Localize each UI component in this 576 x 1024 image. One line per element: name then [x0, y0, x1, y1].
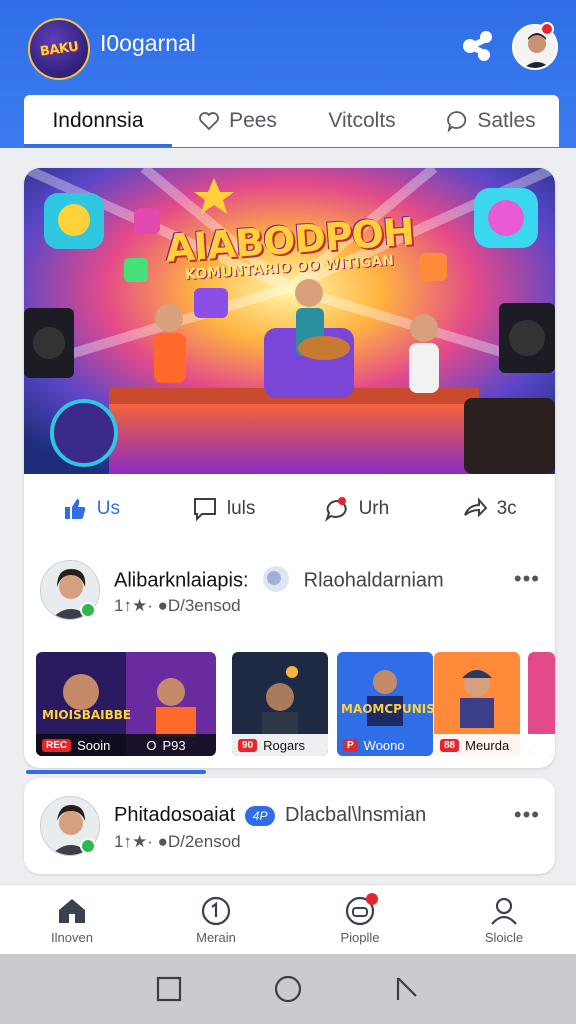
share-icon[interactable] — [460, 28, 496, 64]
message-label: Urh — [358, 498, 390, 519]
thumbnail-overlay-title: MIOISBAIBBE — [42, 708, 132, 722]
carousel-thumbnail[interactable]: 90 Rogars — [232, 652, 328, 756]
thumbnail-title: Meurda — [465, 737, 510, 753]
carousel-thumbnail[interactable]: REC Sooin O P93 MIOISBAIBBE — [36, 652, 216, 756]
tab-label: Indonnsia — [52, 109, 144, 132]
comment-button[interactable]: luls — [157, 495, 290, 523]
post-card: AIABODPOH KOMUNTARIO OO WITIGAN Us luls … — [24, 168, 555, 768]
thumbnail-label: REC Sooin O P93 — [36, 734, 216, 756]
author-name-text: Phitadosoaiat — [114, 804, 236, 826]
recent-apps-icon[interactable] — [154, 974, 184, 1004]
nav-label: Sloicle — [484, 930, 524, 945]
more-options-button[interactable]: ••• — [514, 566, 540, 592]
tag-pill: 4P — [244, 805, 276, 826]
home-circle-icon[interactable] — [273, 974, 303, 1004]
nav-home[interactable]: Ilnoven — [0, 885, 144, 954]
carousel-thumbnail[interactable]: MAOMCPUNIS P Woono — [337, 652, 433, 756]
thumbnail-title: P93 — [162, 737, 186, 753]
nav-merain[interactable]: Merain — [144, 885, 288, 954]
clock-icon — [201, 896, 231, 926]
home-icon — [59, 899, 85, 923]
like-button[interactable]: Us — [24, 495, 157, 523]
bottom-navigation: Ilnoven Merain Pioplle Sloicle — [0, 884, 576, 954]
app-logo[interactable]: BAKU — [28, 18, 90, 80]
thumbnail-badge: P — [343, 738, 358, 752]
profile-icon — [491, 897, 517, 925]
author-name-suffix: Rlaohaldarniam — [303, 569, 444, 592]
thumbnail-title: Rogars — [263, 737, 306, 753]
thumbnail-label: 90 Rogars — [232, 734, 328, 756]
chat-bubble-icon — [447, 111, 467, 133]
post-meta: 1↑★· ●D/3ensod — [114, 596, 241, 615]
author-name[interactable]: Alibarknlaiapis: Rlaohaldarniam — [114, 566, 444, 594]
thumbnail-label: 88 Meurda — [434, 734, 520, 756]
thumbnail-title: Sooin — [77, 737, 111, 753]
share-arrow-icon — [463, 497, 487, 518]
thumbnail-badge: O — [146, 737, 157, 753]
thumbnail-badge: 90 — [238, 738, 258, 752]
like-label: Us — [96, 498, 120, 519]
carousel-thumbnail[interactable] — [528, 652, 555, 756]
post-hero-image[interactable]: AIABODPOH KOMUNTARIO OO WITIGAN — [24, 168, 555, 474]
thumbs-up-icon — [64, 499, 86, 519]
post-actions: Us luls Urh 3c — [24, 474, 555, 544]
app-title: I0ogarnal — [100, 30, 196, 56]
notification-badge — [540, 22, 554, 36]
carousel-scroll-indicator — [26, 770, 206, 774]
rec-badge: REC — [42, 738, 72, 752]
online-status-dot — [80, 602, 96, 618]
post-card: Phitadosoaiat 4P Dlacbal\lnsmian 1↑★· ●D… — [24, 778, 555, 874]
thumbnail-label: P Woono — [337, 734, 433, 756]
nav-people[interactable]: Pioplle — [288, 885, 432, 954]
notification-badge — [366, 893, 378, 905]
tab-bar: Indonnsia Pees Vitcolts Satles — [24, 95, 559, 147]
thumbnail-overlay-title: MAOMCPUNIS — [341, 702, 433, 716]
post-meta: 1↑★· ●D/2ensod — [114, 832, 241, 851]
message-icon — [324, 497, 347, 522]
online-status-dot — [80, 838, 96, 854]
nav-profile[interactable]: Sloicle — [432, 885, 576, 954]
tab-label: Satles — [477, 109, 536, 132]
nav-label: Pioplle — [340, 930, 380, 945]
message-button[interactable]: Urh — [290, 495, 423, 523]
comment-icon — [193, 498, 216, 522]
thumbnail-title: Woono — [363, 737, 405, 753]
tag-pill-text: 4P — [252, 808, 268, 823]
post-author: Phitadosoaiat 4P Dlacbal\lnsmian 1↑★· ●D… — [40, 796, 540, 860]
comment-label: luls — [226, 498, 256, 519]
media-carousel[interactable]: REC Sooin O P93 MIOISBAIBBE 90 Rogars MA… — [36, 652, 555, 758]
tab-vitcolts[interactable]: Vitcolts — [302, 95, 422, 147]
tab-pees[interactable]: Pees — [172, 95, 302, 147]
heart-icon — [199, 112, 219, 131]
logo-text: BAKU — [38, 38, 80, 60]
author-name-suffix: Dlacbal\lnsmian — [285, 804, 427, 826]
system-navigation-bar — [0, 954, 576, 1024]
globe-icon — [263, 566, 290, 592]
tab-label: Pees — [229, 109, 277, 132]
carousel-thumbnail[interactable]: 88 Meurda — [434, 652, 520, 756]
tab-satles[interactable]: Satles — [422, 95, 559, 147]
share-label: 3c — [496, 498, 517, 519]
author-name[interactable]: Phitadosoaiat 4P Dlacbal\lnsmian — [114, 804, 426, 827]
tab-indonnsia[interactable]: Indonnsia — [24, 95, 172, 147]
back-icon[interactable] — [392, 974, 422, 1004]
tab-label: Vitcolts — [328, 109, 396, 132]
author-name-text: Alibarknlaiapis: — [114, 569, 249, 592]
share-button[interactable]: 3c — [422, 495, 555, 523]
nav-label: Ilnoven — [51, 930, 93, 945]
thumbnail-badge: 88 — [440, 738, 460, 752]
nav-label: Merain — [196, 930, 236, 945]
post-author: Alibarknlaiapis: Rlaohaldarniam 1↑★· ●D/… — [40, 560, 540, 624]
more-options-button[interactable]: ••• — [514, 802, 540, 828]
